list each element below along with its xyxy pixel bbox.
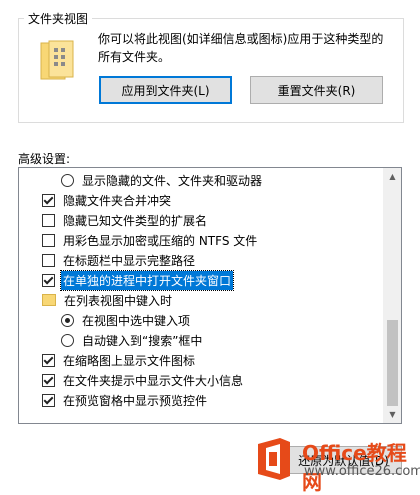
settings-item-label: 隐藏已知文件类型的扩展名 (63, 213, 208, 228)
settings-item[interactable]: 用彩色显示加密或压缩的 NTFS 文件 (42, 230, 259, 250)
settings-item[interactable]: 在预览窗格中显示预览控件 (42, 390, 209, 410)
settings-item-label: 在预览窗格中显示预览控件 (63, 393, 208, 408)
settings-item-label: 在单独的进程中打开文件夹窗口 (59, 269, 235, 291)
vertical-scrollbar[interactable]: ▲ ▼ (383, 168, 401, 423)
settings-item-label: 在标题栏中显示完整路径 (63, 253, 196, 268)
radio-button[interactable] (61, 313, 74, 327)
settings-item-label: 在缩略图上显示文件图标 (63, 353, 196, 368)
office-logo-icon (258, 438, 290, 480)
settings-item[interactable]: 在列表视图中键入时 (42, 290, 174, 310)
settings-item[interactable]: 显示隐藏的文件、文件夹和驱动器 (61, 170, 264, 190)
checkbox[interactable] (42, 233, 55, 247)
folder-view-icon (40, 40, 74, 80)
folder-view-title: 文件夹视图 (24, 10, 93, 27)
checkbox[interactable] (42, 213, 55, 227)
settings-item-label: 隐藏文件夹合并冲突 (63, 193, 172, 208)
reset-folders-button[interactable]: 重置文件夹(R) (250, 76, 383, 104)
scroll-down-icon[interactable]: ▼ (384, 406, 401, 423)
settings-item[interactable]: 在缩略图上显示文件图标 (42, 350, 197, 370)
scroll-thumb[interactable] (387, 320, 398, 406)
settings-item-label: 自动键入到“搜索”框中 (82, 333, 203, 348)
settings-item-label: 在视图中选中键入项 (82, 313, 191, 328)
scroll-up-icon[interactable]: ▲ (384, 168, 401, 185)
settings-item-label: 显示隐藏的文件、文件夹和驱动器 (82, 173, 263, 188)
settings-item[interactable]: 在标题栏中显示完整路径 (42, 250, 197, 270)
checkbox[interactable] (42, 253, 55, 267)
settings-item[interactable]: 隐藏已知文件类型的扩展名 (42, 210, 209, 230)
settings-item-label: 在文件夹提示中显示文件大小信息 (63, 373, 244, 388)
radio-button[interactable] (61, 173, 74, 187)
watermark-url: www.office26.com (304, 464, 420, 479)
checkbox[interactable] (42, 273, 55, 287)
checkbox[interactable] (42, 353, 55, 367)
checkbox[interactable] (42, 373, 55, 387)
checkbox[interactable] (42, 393, 55, 407)
settings-item[interactable]: 在文件夹提示中显示文件大小信息 (42, 370, 245, 390)
radio-button[interactable] (61, 333, 74, 347)
settings-item[interactable]: 隐藏文件夹合并冲突 (42, 190, 173, 210)
advanced-settings-list[interactable]: 显示隐藏的文件、文件夹和驱动器隐藏文件夹合并冲突隐藏已知文件类型的扩展名用彩色显… (18, 167, 402, 424)
checkbox[interactable] (42, 193, 55, 207)
folder-view-description: 你可以将此视图(如详细信息或图标)应用于这种类型的所有文件夹。 (98, 32, 384, 64)
settings-item[interactable]: 在单独的进程中打开文件夹窗口 (42, 269, 235, 291)
settings-item[interactable]: 在视图中选中键入项 (61, 310, 192, 330)
settings-item-label: 用彩色显示加密或压缩的 NTFS 文件 (63, 233, 258, 248)
watermark-logo: Office教程网 www.office26.com (248, 432, 420, 494)
settings-item-label: 在列表视图中键入时 (64, 293, 173, 308)
apply-to-folders-button[interactable]: 应用到文件夹(L) (99, 76, 232, 104)
settings-item[interactable]: 自动键入到“搜索”框中 (61, 330, 204, 350)
advanced-settings-label: 高级设置: (18, 152, 71, 166)
folder-icon (42, 294, 56, 306)
